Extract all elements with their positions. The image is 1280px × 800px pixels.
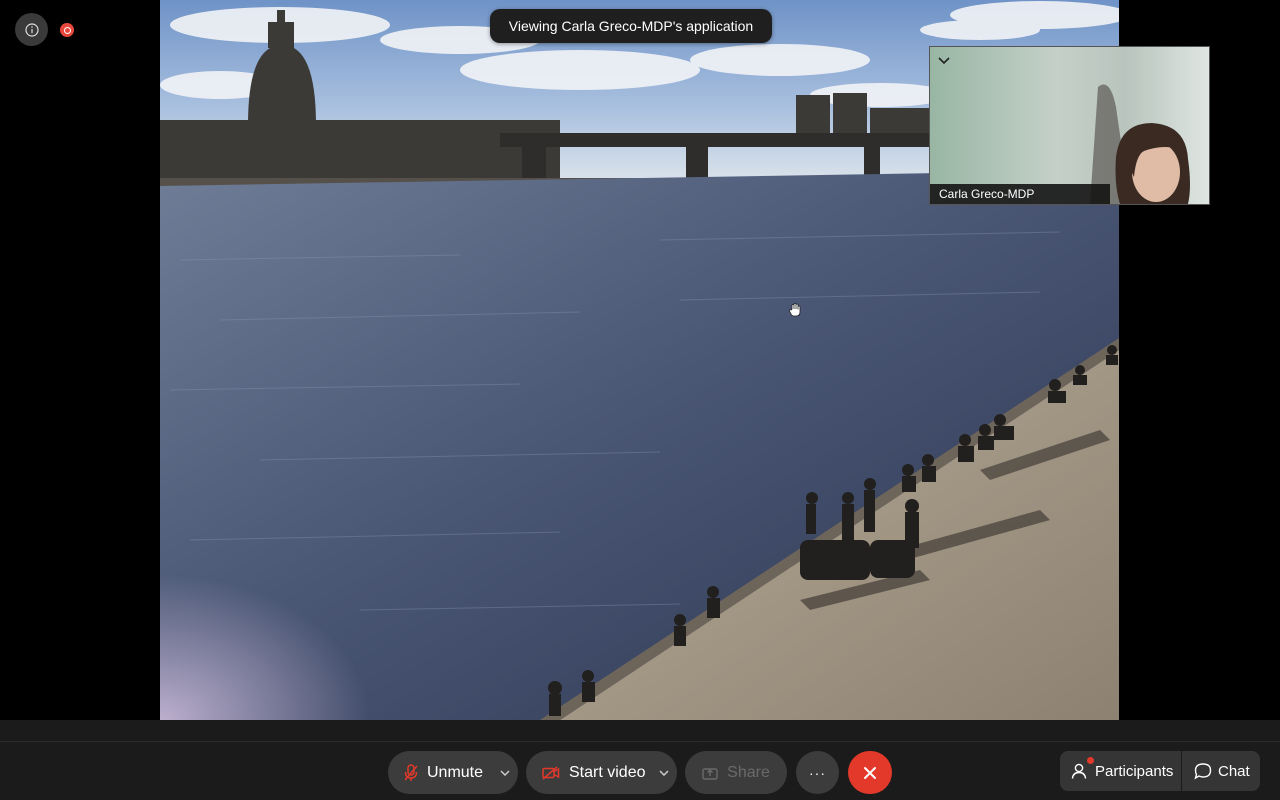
- unmute-label: Unmute: [427, 763, 484, 781]
- chevron-down-icon[interactable]: [936, 52, 952, 68]
- chat-label: Chat: [1218, 762, 1250, 780]
- chevron-down-icon: [500, 769, 510, 776]
- chat-button[interactable]: Chat: [1182, 751, 1260, 791]
- hand-cursor-icon: [789, 303, 801, 317]
- chat-bubble-icon: [1194, 763, 1212, 780]
- toolbar-divider: [0, 741, 1280, 742]
- start-video-label: Start video: [569, 763, 646, 781]
- share-icon: [702, 767, 718, 780]
- participants-button[interactable]: Participants: [1060, 751, 1181, 791]
- panel-toggle-group: Participants Chat: [1060, 751, 1260, 791]
- more-options-icon: ···: [809, 764, 826, 781]
- share-button[interactable]: Share: [685, 751, 787, 794]
- start-video-button[interactable]: Start video: [526, 751, 677, 794]
- participant-name-label: Carla Greco-MDP: [930, 184, 1110, 204]
- video-options-dropdown[interactable]: [651, 751, 677, 794]
- sharing-status-banner: Viewing Carla Greco-MDP's application: [490, 9, 772, 43]
- share-main[interactable]: Share: [702, 751, 770, 794]
- audio-options-dropdown[interactable]: [492, 751, 518, 794]
- recording-indicator-icon: [60, 23, 74, 37]
- participants-notification-dot: [1087, 757, 1094, 764]
- unmute-button[interactable]: Unmute: [388, 751, 518, 794]
- chevron-down-icon: [659, 769, 669, 776]
- close-icon: [864, 766, 876, 779]
- person-icon: [1071, 763, 1087, 779]
- microphone-muted-icon: [404, 763, 418, 781]
- share-label: Share: [727, 763, 770, 781]
- meeting-stage: Viewing Carla Greco-MDP's application Ca…: [0, 0, 1280, 720]
- camera-off-icon: [542, 765, 560, 780]
- more-options-button[interactable]: ···: [796, 751, 839, 794]
- meeting-info-button[interactable]: [15, 13, 48, 46]
- end-call-button[interactable]: [848, 751, 892, 794]
- participant-video-tile[interactable]: Carla Greco-MDP: [929, 46, 1210, 205]
- participant-video-feed: [930, 47, 1209, 204]
- info-icon: [24, 22, 39, 37]
- start-video-main[interactable]: Start video: [526, 751, 645, 794]
- unmute-main[interactable]: Unmute: [388, 751, 483, 794]
- participants-label: Participants: [1095, 762, 1174, 780]
